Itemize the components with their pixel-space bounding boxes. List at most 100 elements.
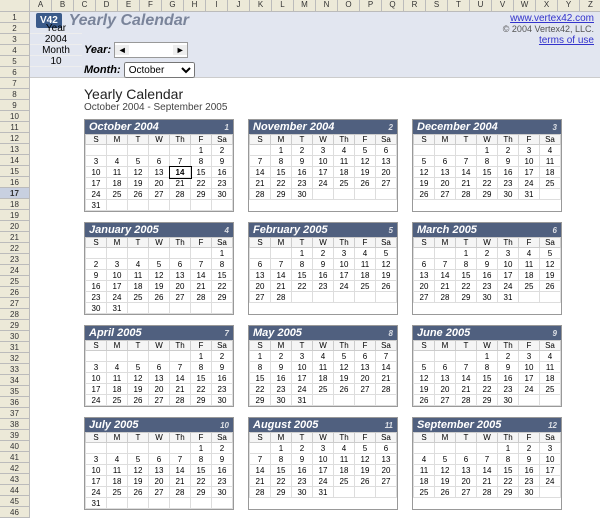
day-cell[interactable]: 26	[128, 395, 149, 406]
col-L[interactable]: L	[272, 0, 294, 12]
day-cell[interactable]: 2	[212, 443, 233, 454]
day-cell[interactable]: 29	[271, 189, 292, 200]
day-cell[interactable]: 5	[128, 362, 149, 373]
col-W[interactable]: W	[514, 0, 536, 12]
day-cell[interactable]: 29	[191, 487, 212, 498]
day-cell[interactable]: 11	[355, 259, 376, 270]
col-X[interactable]: X	[536, 0, 558, 12]
day-cell[interactable]: 27	[435, 189, 456, 200]
day-cell[interactable]: 3	[107, 259, 128, 270]
day-cell[interactable]: 12	[414, 167, 435, 178]
day-cell[interactable]: 25	[355, 281, 376, 292]
day-cell[interactable]: 8	[191, 362, 212, 373]
day-cell[interactable]: 7	[456, 156, 477, 167]
day-cell[interactable]: 4	[107, 454, 128, 465]
day-cell[interactable]: 30	[498, 395, 519, 406]
day-cell[interactable]: 19	[149, 281, 170, 292]
day-cell[interactable]: 6	[376, 145, 397, 156]
day-cell[interactable]: 11	[414, 465, 435, 476]
day-cell[interactable]: 28	[170, 395, 191, 406]
day-cell[interactable]: 16	[519, 465, 540, 476]
day-cell[interactable]: 4	[334, 145, 355, 156]
row-37[interactable]: 37	[0, 408, 30, 419]
row-27[interactable]: 27	[0, 298, 30, 309]
day-cell[interactable]: 15	[191, 167, 212, 178]
row-44[interactable]: 44	[0, 485, 30, 496]
day-cell[interactable]: 13	[376, 156, 397, 167]
day-cell[interactable]: 18	[519, 270, 540, 281]
day-cell[interactable]: 1	[456, 248, 477, 259]
day-cell[interactable]: 20	[414, 281, 435, 292]
col-K[interactable]: K	[250, 0, 272, 12]
day-cell[interactable]: 9	[212, 454, 233, 465]
row-23[interactable]: 23	[0, 254, 30, 265]
day-cell[interactable]: 16	[498, 167, 519, 178]
col-B[interactable]: B	[52, 0, 74, 12]
day-cell[interactable]: 26	[128, 189, 149, 200]
day-cell[interactable]: 29	[456, 292, 477, 303]
day-cell[interactable]: 19	[355, 167, 376, 178]
day-cell[interactable]: 25	[519, 281, 540, 292]
day-cell[interactable]: 30	[477, 292, 498, 303]
row-24[interactable]: 24	[0, 265, 30, 276]
day-cell[interactable]: 6	[149, 454, 170, 465]
day-cell[interactable]: 6	[355, 351, 376, 362]
day-cell[interactable]: 28	[456, 395, 477, 406]
day-cell[interactable]: 28	[435, 292, 456, 303]
day-cell[interactable]: 31	[107, 303, 128, 314]
day-cell[interactable]: 2	[212, 351, 233, 362]
day-cell[interactable]: 9	[292, 454, 313, 465]
day-cell[interactable]: 23	[212, 476, 233, 487]
day-cell[interactable]: 17	[540, 465, 561, 476]
day-cell[interactable]: 22	[477, 384, 498, 395]
day-cell[interactable]: 4	[107, 156, 128, 167]
col-N[interactable]: N	[316, 0, 338, 12]
day-cell[interactable]: 20	[376, 465, 397, 476]
day-cell[interactable]: 5	[414, 362, 435, 373]
row-41[interactable]: 41	[0, 452, 30, 463]
day-cell[interactable]: 12	[540, 259, 561, 270]
day-cell[interactable]: 13	[414, 270, 435, 281]
row-4[interactable]: 4	[0, 45, 30, 56]
row-10[interactable]: 10	[0, 111, 30, 122]
day-cell[interactable]: 26	[435, 487, 456, 498]
day-cell[interactable]: 17	[313, 167, 334, 178]
day-cell[interactable]: 18	[355, 270, 376, 281]
day-cell[interactable]: 22	[191, 384, 212, 395]
day-cell[interactable]: 22	[477, 178, 498, 189]
day-cell[interactable]: 3	[292, 351, 313, 362]
day-cell[interactable]: 19	[376, 270, 397, 281]
day-cell[interactable]: 6	[435, 362, 456, 373]
row-18[interactable]: 18	[0, 199, 30, 210]
day-cell[interactable]: 20	[250, 281, 271, 292]
day-cell[interactable]: 20	[149, 476, 170, 487]
day-cell[interactable]: 15	[191, 373, 212, 384]
day-cell[interactable]: 6	[376, 443, 397, 454]
terms-link[interactable]: terms of use	[539, 35, 594, 46]
day-cell[interactable]: 1	[271, 443, 292, 454]
day-cell[interactable]: 18	[107, 178, 128, 189]
day-cell[interactable]: 16	[313, 270, 334, 281]
col-Q[interactable]: Q	[382, 0, 404, 12]
day-cell[interactable]: 19	[128, 178, 149, 189]
day-cell[interactable]: 16	[292, 167, 313, 178]
day-cell[interactable]: 29	[271, 487, 292, 498]
day-cell[interactable]: 29	[498, 487, 519, 498]
row-46[interactable]: 46	[0, 507, 30, 518]
day-cell[interactable]: 6	[149, 362, 170, 373]
row-40[interactable]: 40	[0, 441, 30, 452]
day-cell[interactable]: 22	[250, 384, 271, 395]
day-cell[interactable]: 14	[250, 465, 271, 476]
day-cell[interactable]: 30	[271, 395, 292, 406]
day-cell[interactable]: 24	[313, 178, 334, 189]
day-cell[interactable]: 30	[212, 487, 233, 498]
day-cell[interactable]: 1	[498, 443, 519, 454]
col-V[interactable]: V	[492, 0, 514, 12]
day-cell[interactable]: 10	[86, 167, 107, 178]
day-cell[interactable]: 28	[191, 292, 212, 303]
day-cell[interactable]: 27	[149, 395, 170, 406]
day-cell[interactable]: 8	[271, 156, 292, 167]
day-cell[interactable]: 20	[170, 281, 191, 292]
day-cell[interactable]: 12	[376, 259, 397, 270]
day-cell[interactable]: 17	[292, 373, 313, 384]
